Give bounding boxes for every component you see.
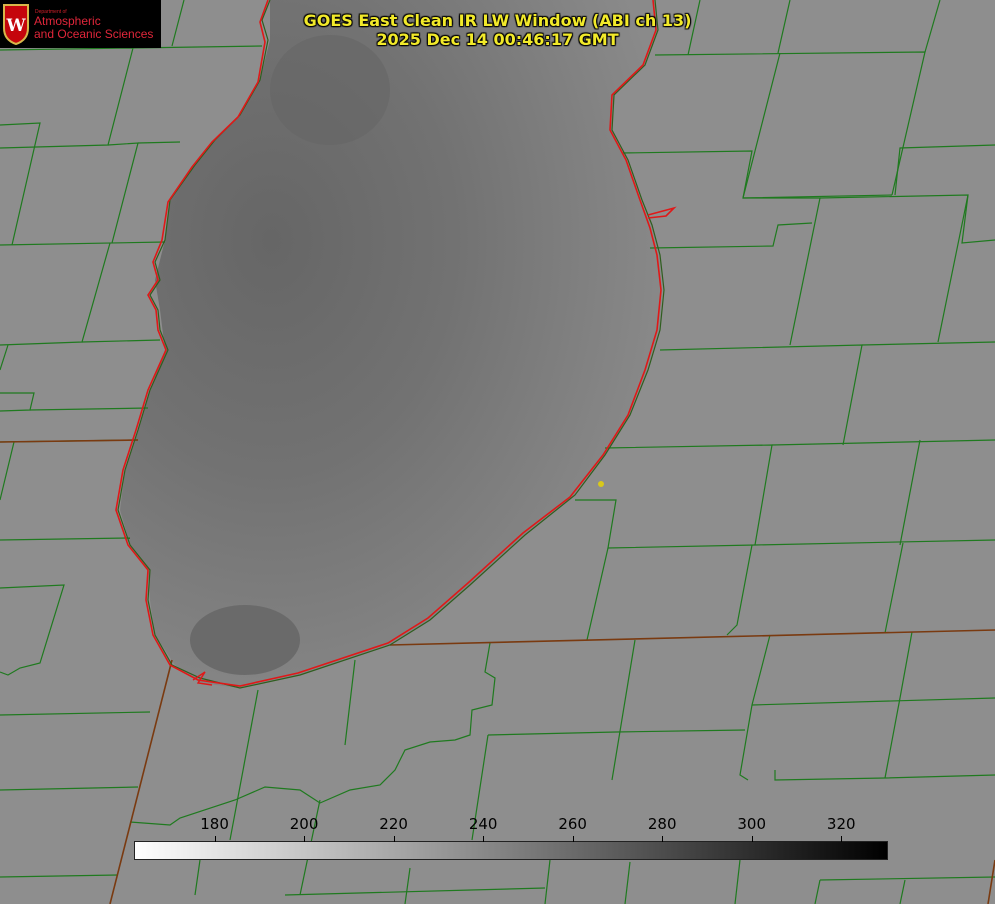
colorbar-tick-mark bbox=[573, 836, 574, 842]
colorbar-tick-label: 280 bbox=[647, 815, 677, 833]
colorbar-tick-label: 240 bbox=[468, 815, 498, 833]
uw-seal-icon: W bbox=[3, 4, 29, 46]
colorbar-tick-label: 220 bbox=[379, 815, 408, 833]
colorbar-tick-label: 260 bbox=[558, 815, 587, 833]
map-view: GOES East Clean IR LW Window (ABI ch 13)… bbox=[0, 0, 995, 904]
colorbar-tick-mark bbox=[662, 836, 663, 842]
station-marker bbox=[598, 481, 604, 487]
logo-line-2: and Oceanic Sciences bbox=[34, 27, 154, 41]
dark-cloud-patch bbox=[270, 35, 390, 145]
colorbar-tick-label: 320 bbox=[826, 815, 856, 833]
colorbar-tick-mark bbox=[394, 836, 395, 842]
svg-text:W: W bbox=[5, 16, 26, 36]
colorbar-tick-mark bbox=[483, 836, 484, 842]
colorbar-tick-mark bbox=[304, 836, 305, 842]
colorbar-tick-mark bbox=[841, 836, 842, 842]
logo-line-1: Atmospheric bbox=[34, 14, 101, 28]
colorbar-tick-mark bbox=[215, 836, 216, 842]
uw-aos-logo: W Department of Atmospheric and Oceanic … bbox=[0, 0, 161, 48]
temperature-colorbar bbox=[134, 841, 888, 860]
satellite-map bbox=[0, 0, 995, 904]
colorbar-tick-label: 200 bbox=[289, 815, 319, 833]
colorbar-tick-label: 300 bbox=[737, 815, 767, 833]
colorbar-tick-mark bbox=[752, 836, 753, 842]
colorbar-tick-label: 180 bbox=[200, 815, 229, 833]
dark-cloud-patch bbox=[190, 605, 300, 675]
